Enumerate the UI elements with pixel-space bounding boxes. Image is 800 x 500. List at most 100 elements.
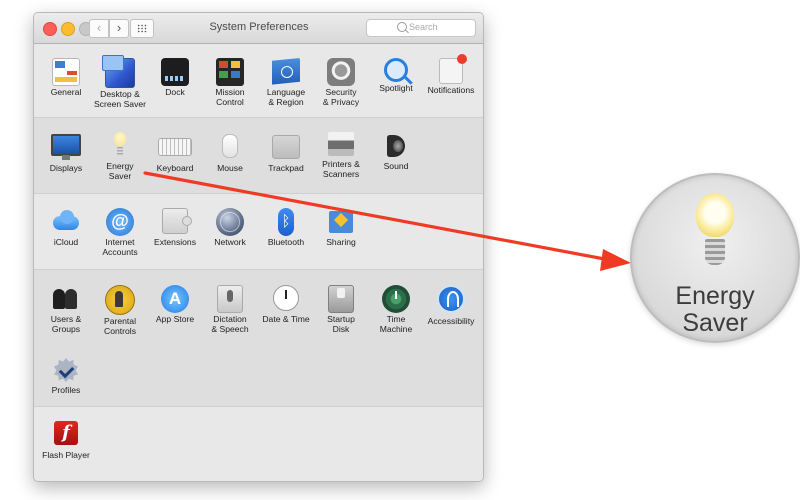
profiles-badge-icon [54, 358, 78, 382]
pane-dictation-speech[interactable]: Dictation & Speech [200, 285, 260, 334]
pane-label: Internet Accounts [102, 237, 138, 257]
pane-extensions[interactable]: Extensions [145, 208, 205, 248]
search-icon [397, 22, 407, 32]
pane-label: Mouse [217, 163, 243, 173]
pane-label: Displays [49, 163, 83, 173]
pane-accessibility[interactable]: Accessibility [421, 285, 481, 327]
mission-control-icon [216, 58, 244, 86]
pane-date-time[interactable]: Date & Time [256, 285, 316, 325]
keyboard-icon [158, 138, 192, 156]
pane-label: Keyboard [156, 163, 194, 173]
pane-internet-accounts[interactable]: @ Internet Accounts [90, 208, 150, 257]
pane-trackpad[interactable]: Trackpad [256, 132, 316, 174]
pane-sound[interactable]: Sound [366, 132, 426, 172]
speaker-icon [385, 132, 407, 160]
date-time-clock-icon [273, 285, 299, 311]
pane-label: Trackpad [268, 163, 304, 173]
pane-parental-controls[interactable]: Parental Controls [90, 285, 150, 336]
pane-label: Flash Player [42, 450, 90, 460]
section-personal: General Desktop & Screen Saver Dock Miss… [34, 44, 483, 126]
title-bar: ‹ › System Preferences Search [34, 13, 483, 44]
bluetooth-icon: ᛒ [278, 208, 294, 236]
pane-flash-player[interactable]: f Flash Player [36, 421, 96, 461]
pane-mouse[interactable]: Mouse [200, 132, 260, 174]
pane-sharing[interactable]: Sharing [311, 208, 371, 248]
pane-keyboard[interactable]: Keyboard [145, 132, 205, 174]
pane-label: Sharing [326, 237, 356, 247]
pane-label: Profiles [51, 385, 81, 395]
pane-label: Spotlight [379, 83, 413, 93]
window-title: System Preferences [209, 21, 309, 33]
accessibility-icon [437, 285, 465, 313]
extensions-icon [162, 208, 192, 234]
pane-security-privacy[interactable]: Security & Privacy [311, 58, 371, 107]
pane-label: Desktop & Screen Saver [93, 89, 147, 109]
energy-saver-zoom-callout: Energy Saver [630, 173, 800, 343]
minimize-window-button[interactable] [61, 22, 75, 36]
pane-label: Bluetooth [267, 237, 305, 247]
displays-icon [51, 134, 81, 160]
spotlight-icon [384, 58, 408, 82]
pane-language-region[interactable]: Language & Region [256, 58, 316, 107]
pane-printers-scanners[interactable]: Printers & Scanners [311, 132, 371, 179]
pane-label: Network [214, 237, 246, 247]
pane-label: Energy Saver [106, 161, 134, 181]
pane-profiles[interactable]: Profiles [36, 358, 96, 396]
pane-spotlight[interactable]: Spotlight [366, 58, 426, 94]
show-all-button[interactable] [130, 19, 154, 38]
parental-controls-icon [105, 285, 135, 315]
pane-label: Parental Controls [103, 316, 136, 336]
flash-player-icon: f [54, 421, 78, 445]
sharing-icon [329, 211, 353, 233]
icloud-icon [53, 208, 79, 236]
mouse-icon [222, 134, 238, 158]
pane-notifications[interactable]: Notifications [421, 54, 481, 96]
pane-label: Sound [383, 161, 409, 171]
pane-label: App Store [155, 314, 195, 324]
energy-saver-bulb-icon [113, 132, 127, 160]
pane-label: Startup Disk [327, 314, 355, 334]
pane-desktop-screen-saver[interactable]: Desktop & Screen Saver [90, 55, 150, 109]
pane-label: Users & Groups [50, 314, 82, 334]
pane-network[interactable]: Network [200, 208, 260, 248]
trackpad-icon [272, 135, 300, 159]
callout-arrowhead [600, 249, 631, 271]
search-field[interactable]: Search [366, 19, 476, 37]
close-window-button[interactable] [43, 22, 57, 36]
pane-bluetooth[interactable]: ᛒ Bluetooth [256, 208, 316, 248]
grid-icon [137, 24, 147, 33]
pane-label: iCloud [53, 237, 79, 247]
language-region-flag-icon [272, 58, 300, 85]
app-store-icon: A [161, 285, 189, 313]
pane-mission-control[interactable]: Mission Control [200, 58, 260, 107]
pane-label: Mission Control [215, 87, 245, 107]
pane-label: General [50, 87, 82, 97]
pane-general[interactable]: General [36, 58, 96, 98]
pane-dock[interactable]: Dock [145, 58, 205, 98]
dock-icon [161, 58, 189, 86]
chevron-left-icon: ‹ [96, 20, 102, 35]
back-button[interactable]: ‹ [89, 19, 109, 38]
dictation-microphone-icon [217, 285, 243, 313]
pane-icloud[interactable]: iCloud [36, 208, 96, 248]
pane-label: Printers & Scanners [322, 159, 360, 179]
pane-app-store[interactable]: A App Store [145, 285, 205, 325]
network-globe-icon [216, 208, 244, 236]
forward-button[interactable]: › [109, 19, 129, 38]
section-hardware: Displays Energy Saver Keyboard Mouse Tra… [34, 117, 483, 194]
pane-time-machine[interactable]: Time Machine [366, 285, 426, 334]
pane-users-groups[interactable]: Users & Groups [36, 285, 96, 334]
time-machine-icon [382, 285, 410, 313]
internet-accounts-icon: @ [106, 208, 134, 236]
pane-label: Dock [165, 87, 185, 97]
startup-disk-icon [328, 285, 354, 313]
pane-energy-saver[interactable]: Energy Saver [90, 132, 150, 181]
users-groups-icon [52, 285, 80, 313]
pane-startup-disk[interactable]: Startup Disk [311, 285, 371, 334]
pane-label: Language & Region [266, 87, 306, 107]
energy-saver-bulb-icon [690, 193, 740, 273]
pane-displays[interactable]: Displays [36, 132, 96, 174]
pane-label: Date & Time [262, 314, 310, 324]
pane-label: Notifications [427, 85, 475, 95]
general-icon [52, 58, 80, 86]
